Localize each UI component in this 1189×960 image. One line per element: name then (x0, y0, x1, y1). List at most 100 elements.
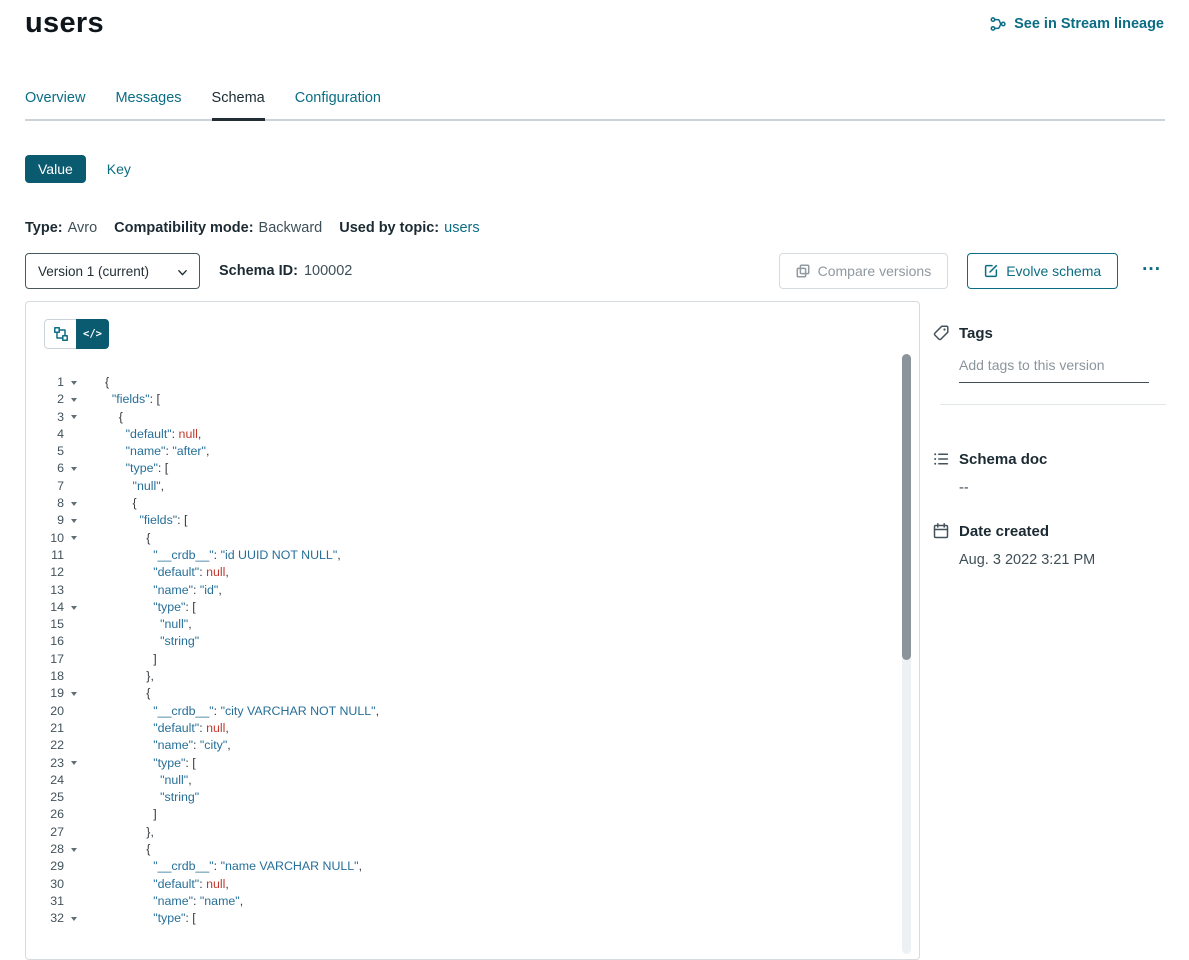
tab-messages[interactable]: Messages (115, 90, 181, 119)
code-line: 3 { (26, 409, 919, 426)
version-select[interactable]: Version 1 (current) (25, 253, 200, 289)
fold-toggle-icon[interactable] (64, 530, 83, 547)
line-number: 22 (26, 737, 64, 754)
compatibility-mode-label: Compatibility mode: (114, 220, 253, 236)
code-text: "default": null, (83, 876, 229, 893)
key-toggle-button[interactable]: Key (92, 155, 146, 183)
page-title: users (25, 7, 104, 40)
line-number: 30 (26, 876, 64, 893)
code-text: "fields": [ (83, 391, 160, 408)
code-line: 4 "default": null, (26, 426, 919, 443)
scrollbar-thumb[interactable] (902, 354, 911, 660)
stream-lineage-label: See in Stream lineage (1014, 16, 1164, 32)
fold-spacer (64, 876, 83, 893)
fold-spacer (64, 426, 83, 443)
tab-overview[interactable]: Overview (25, 90, 85, 119)
code-line: 10 { (26, 530, 919, 547)
fold-toggle-icon[interactable] (64, 391, 83, 408)
line-number: 3 (26, 409, 64, 426)
compatibility-mode-value: Backward (259, 220, 323, 236)
code-text: "default": null, (83, 720, 229, 737)
fold-spacer (64, 616, 83, 633)
fold-spacer (64, 772, 83, 789)
code-text: }, (83, 668, 154, 685)
code-line: 2 "fields": [ (26, 391, 919, 408)
tab-configuration[interactable]: Configuration (295, 90, 381, 119)
code-text: "default": null, (83, 426, 201, 443)
schema-meta-row: Type: Avro Compatibility mode: Backward … (25, 220, 480, 236)
line-number: 8 (26, 495, 64, 512)
line-number: 1 (26, 374, 64, 391)
fold-spacer (64, 582, 83, 599)
compare-versions-button[interactable]: Compare versions (779, 253, 949, 289)
code-line: 20 "__crdb__": "city VARCHAR NOT NULL", (26, 703, 919, 720)
line-number: 31 (26, 893, 64, 910)
code-text: { (83, 495, 137, 512)
line-number: 11 (26, 547, 64, 564)
code-text: }, (83, 824, 154, 841)
topic-link[interactable]: users (444, 220, 479, 236)
code-line: 22 "name": "city", (26, 737, 919, 754)
schema-sidebar: Tags Schema doc -- Date created Aug. 3 2… (932, 324, 1166, 568)
tab-bar: Overview Messages Schema Configuration (25, 90, 1165, 121)
evolve-schema-button[interactable]: Evolve schema (967, 253, 1118, 289)
fold-spacer (64, 478, 83, 495)
line-number: 21 (26, 720, 64, 737)
code-text: "name": "id", (83, 582, 222, 599)
fold-toggle-icon[interactable] (64, 460, 83, 477)
line-number: 32 (26, 910, 64, 927)
type-value: Avro (68, 220, 98, 236)
code-line: 18 }, (26, 668, 919, 685)
version-toolbar: Version 1 (current) Schema ID: 100002 Co… (25, 253, 1165, 289)
code-view-button[interactable]: </> (76, 319, 109, 349)
line-number: 24 (26, 772, 64, 789)
fold-toggle-icon[interactable] (64, 374, 83, 391)
evolve-schema-icon (984, 264, 998, 278)
fold-spacer (64, 858, 83, 875)
tags-input[interactable] (959, 355, 1149, 383)
fold-spacer (64, 443, 83, 460)
tags-header: Tags (932, 324, 1166, 342)
code-text: "type": [ (83, 599, 196, 616)
fold-spacer (64, 824, 83, 841)
code-line: 28 { (26, 841, 919, 858)
ellipsis-icon: ... (1142, 254, 1161, 276)
editor-scrollbar[interactable] (902, 354, 911, 954)
fold-toggle-icon[interactable] (64, 599, 83, 616)
tags-title: Tags (959, 325, 993, 342)
fold-toggle-icon[interactable] (64, 910, 83, 927)
line-number: 2 (26, 391, 64, 408)
fold-spacer (64, 651, 83, 668)
calendar-icon (932, 522, 950, 540)
line-number: 12 (26, 564, 64, 581)
code-lines: 1{2 "fields": [3 {4 "default": null,5 "n… (26, 374, 919, 928)
code-text: "type": [ (83, 755, 196, 772)
tab-schema[interactable]: Schema (212, 90, 265, 119)
stream-lineage-link[interactable]: See in Stream lineage (990, 16, 1164, 32)
tree-view-icon (53, 326, 69, 342)
more-options-button[interactable]: ... (1138, 253, 1165, 289)
fold-spacer (64, 547, 83, 564)
fold-toggle-icon[interactable] (64, 685, 83, 702)
fold-toggle-icon[interactable] (64, 495, 83, 512)
code-text: { (83, 530, 150, 547)
code-line: 27 }, (26, 824, 919, 841)
code-line: 29 "__crdb__": "name VARCHAR NULL", (26, 858, 919, 875)
value-toggle-button[interactable]: Value (25, 155, 86, 183)
line-number: 15 (26, 616, 64, 633)
code-line: 30 "default": null, (26, 876, 919, 893)
date-created-header: Date created (932, 522, 1166, 540)
fold-toggle-icon[interactable] (64, 841, 83, 858)
version-select-input[interactable]: Version 1 (current) (26, 254, 199, 288)
tree-view-button[interactable] (44, 319, 77, 349)
code-text: "fields": [ (83, 512, 188, 529)
fold-toggle-icon[interactable] (64, 512, 83, 529)
code-text: "__crdb__": "name VARCHAR NULL", (83, 858, 362, 875)
schema-id-label: Schema ID: (219, 263, 298, 279)
code-text: { (83, 374, 109, 391)
fold-toggle-icon[interactable] (64, 755, 83, 772)
code-line: 8 { (26, 495, 919, 512)
fold-toggle-icon[interactable] (64, 409, 83, 426)
compare-versions-icon (796, 264, 810, 278)
schema-doc-icon (932, 450, 950, 468)
